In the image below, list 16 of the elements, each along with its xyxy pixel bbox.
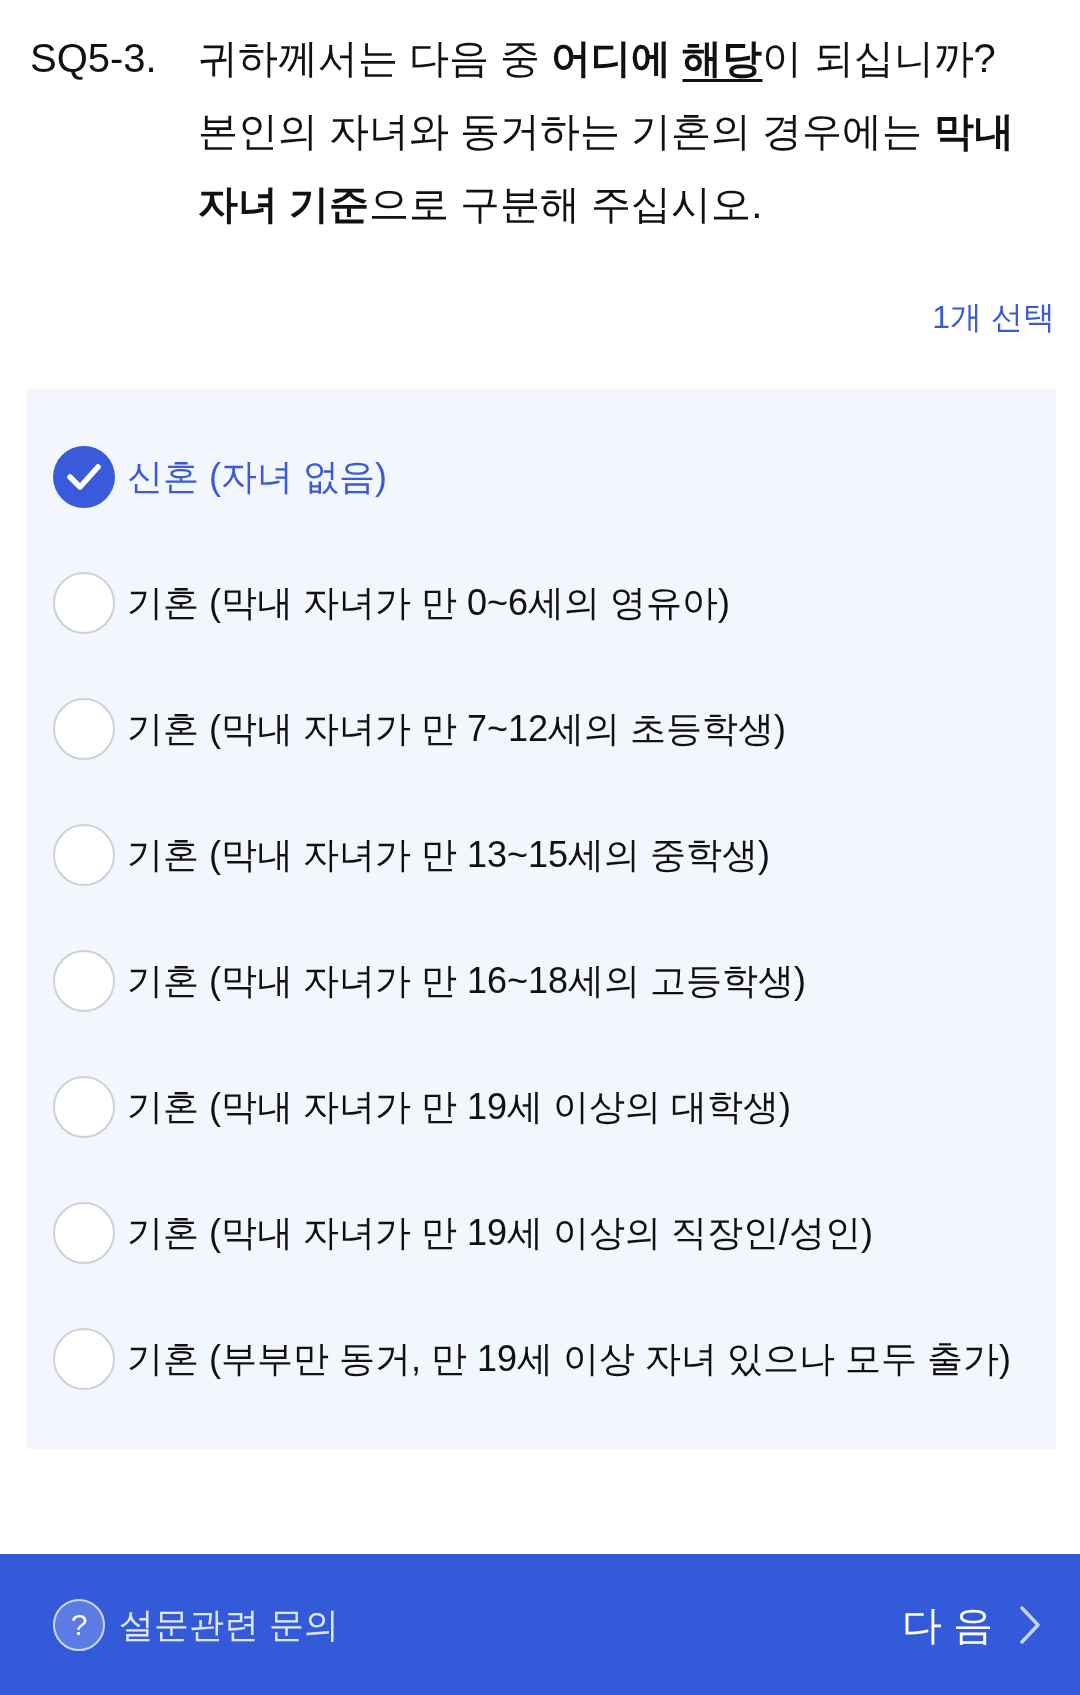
option-label[interactable]: 기혼 (막내 자녀가 만 13~15세의 중학생) [127,833,771,877]
next-button[interactable]: 다 음 [901,1598,1040,1651]
inquiry-button[interactable]: ? 설문관련 문의 [53,1598,339,1651]
option-label[interactable]: 신혼 (자녀 없음) [127,455,387,499]
selection-count: 1개 선택 [932,298,1055,337]
question-mark-icon: ? [53,1598,105,1651]
option-label[interactable]: 기혼 (막내 자녀가 만 7~12세의 초등학생) [127,707,787,751]
check-icon [67,464,101,490]
option-label[interactable]: 기혼 (막내 자녀가 만 19세 이상의 대학생) [127,1085,792,1129]
question-number: SQ5-3. [30,35,158,82]
option-label[interactable]: 기혼 (부부만 동거, 만 19세 이상 자녀 있으나 모두 출가) [127,1337,1012,1381]
question-text: 귀하께서는 다음 중 어디에 해당이 되십니까? 본인의 자녀와 동거하는 기혼의 경우에는 막내 자녀 기준으로 구분해 주십시오. [198,35,1015,228]
option-label[interactable]: 기혼 (막내 자녀가 만 19세 이상의 직장인/성인) [127,1211,874,1255]
chevron-right-icon [1020,1605,1040,1644]
option-label[interactable]: 기혼 (막내 자녀가 만 0~6세의 영유아) [127,581,731,625]
option-label[interactable]: 기혼 (막내 자녀가 만 16~18세의 고등학생) [127,959,807,1003]
